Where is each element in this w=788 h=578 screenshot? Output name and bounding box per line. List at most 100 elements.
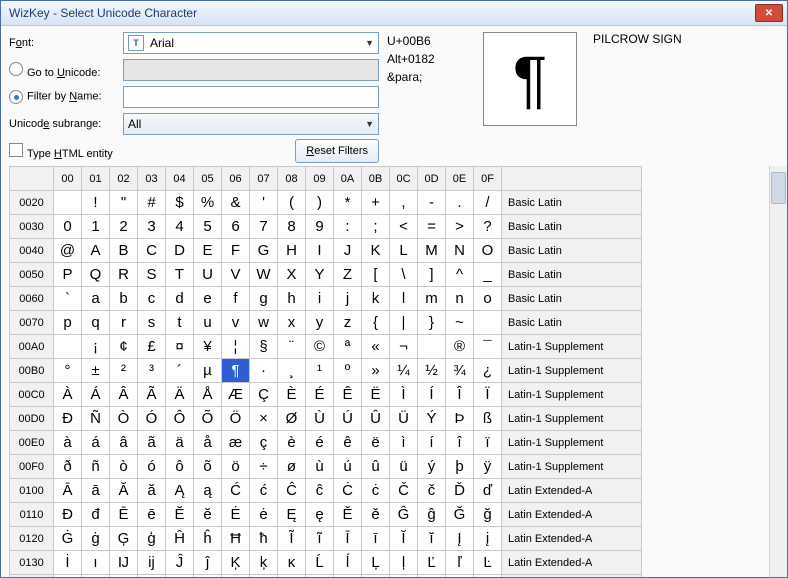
char-cell[interactable]: º — [334, 359, 362, 383]
char-cell[interactable]: Ň — [250, 575, 278, 578]
char-cell[interactable]: ĉ — [306, 479, 334, 503]
char-cell[interactable]: ĺ — [334, 551, 362, 575]
char-cell[interactable]: ą — [194, 479, 222, 503]
char-cell[interactable]: Ł — [82, 575, 110, 578]
char-cell[interactable]: ± — [82, 359, 110, 383]
char-cell[interactable]: > — [446, 215, 474, 239]
char-cell[interactable] — [54, 191, 82, 215]
char-cell[interactable]: ? — [474, 215, 502, 239]
char-cell[interactable]: Ĭ — [390, 527, 418, 551]
char-cell[interactable]: Ì — [390, 383, 418, 407]
char-cell[interactable]: o — [474, 287, 502, 311]
char-cell[interactable]: Z — [334, 263, 362, 287]
char-cell[interactable]: s — [138, 311, 166, 335]
char-cell[interactable]: © — [306, 335, 334, 359]
char-cell[interactable]: " — [110, 191, 138, 215]
char-cell[interactable]: đ — [82, 503, 110, 527]
char-cell[interactable]: Ò — [110, 407, 138, 431]
char-cell[interactable]: Ú — [334, 407, 362, 431]
char-cell[interactable]: ñ — [82, 455, 110, 479]
char-cell[interactable]: Ć — [222, 479, 250, 503]
char-cell[interactable]: Ċ — [334, 479, 362, 503]
char-cell[interactable]: J — [334, 239, 362, 263]
char-cell[interactable]: » — [362, 359, 390, 383]
scrollbar-thumb[interactable] — [771, 172, 786, 204]
char-cell[interactable]: ä — [166, 431, 194, 455]
char-cell[interactable]: ! — [82, 191, 110, 215]
char-cell[interactable]: 7 — [250, 215, 278, 239]
char-cell[interactable]: É — [306, 383, 334, 407]
char-cell[interactable]: Ï — [474, 383, 502, 407]
char-cell[interactable]: 4 — [166, 215, 194, 239]
char-cell[interactable]: Ď — [446, 479, 474, 503]
char-cell[interactable]: Ě — [334, 503, 362, 527]
char-cell[interactable]: W — [250, 263, 278, 287]
char-cell[interactable]: 0 — [54, 215, 82, 239]
char-cell[interactable]: Û — [362, 407, 390, 431]
char-cell[interactable]: ê — [334, 431, 362, 455]
char-cell[interactable]: Ô — [166, 407, 194, 431]
char-cell[interactable]: ċ — [362, 479, 390, 503]
char-cell[interactable]: ( — [278, 191, 306, 215]
char-cell[interactable] — [54, 335, 82, 359]
char-cell[interactable]: Ê — [334, 383, 362, 407]
char-cell[interactable]: ŉ — [306, 575, 334, 578]
char-cell[interactable]: ý — [418, 455, 446, 479]
char-cell[interactable]: % — [194, 191, 222, 215]
char-cell[interactable]: < — [390, 215, 418, 239]
char-cell[interactable]: 9 — [306, 215, 334, 239]
char-cell[interactable]: ŀ — [54, 575, 82, 578]
char-cell[interactable]: \ — [390, 263, 418, 287]
char-cell[interactable]: ĸ — [278, 551, 306, 575]
char-cell[interactable]: · — [250, 359, 278, 383]
char-cell[interactable]: V — [222, 263, 250, 287]
char-cell[interactable]: Ĩ — [278, 527, 306, 551]
char-cell[interactable]: @ — [54, 239, 82, 263]
char-cell[interactable]: $ — [166, 191, 194, 215]
char-cell[interactable]: X — [278, 263, 306, 287]
char-cell[interactable]: b — [110, 287, 138, 311]
char-cell[interactable]: ¯ — [474, 335, 502, 359]
char-cell[interactable]: ô — [166, 455, 194, 479]
char-cell[interactable]: ē — [138, 503, 166, 527]
char-cell[interactable]: 6 — [222, 215, 250, 239]
char-cell[interactable]: Ļ — [362, 551, 390, 575]
char-cell[interactable]: Ŀ — [474, 551, 502, 575]
char-cell[interactable]: L — [390, 239, 418, 263]
char-cell[interactable]: ö — [222, 455, 250, 479]
char-cell[interactable]: į — [474, 527, 502, 551]
char-cell[interactable]: î — [446, 431, 474, 455]
char-cell[interactable]: ¼ — [390, 359, 418, 383]
char-cell[interactable]: × — [250, 407, 278, 431]
char-cell[interactable]: ò — [110, 455, 138, 479]
char-cell[interactable]: Ù — [306, 407, 334, 431]
char-cell[interactable]: H — [278, 239, 306, 263]
char-cell[interactable]: ¢ — [110, 335, 138, 359]
char-cell[interactable]: h — [278, 287, 306, 311]
char-cell[interactable]: e — [194, 287, 222, 311]
char-cell[interactable]: Ü — [390, 407, 418, 431]
char-cell[interactable]: N — [446, 239, 474, 263]
char-cell[interactable]: Į — [446, 527, 474, 551]
char-cell[interactable]: ~ — [446, 311, 474, 335]
filter-by-name-radio[interactable]: Filter by Name: — [9, 90, 119, 104]
char-cell[interactable]: é — [306, 431, 334, 455]
char-cell[interactable]: S — [138, 263, 166, 287]
char-cell[interactable]: Î — [446, 383, 474, 407]
char-cell[interactable]: Ă — [110, 479, 138, 503]
char-cell[interactable]: ã — [138, 431, 166, 455]
char-cell[interactable]: ń — [166, 575, 194, 578]
char-cell[interactable]: ó — [138, 455, 166, 479]
char-cell[interactable]: ŏ — [474, 575, 502, 578]
char-cell[interactable]: B — [110, 239, 138, 263]
char-cell[interactable]: Æ — [222, 383, 250, 407]
char-cell[interactable]: ć — [250, 479, 278, 503]
char-cell[interactable]: q — [82, 311, 110, 335]
char-cell[interactable]: ę — [306, 503, 334, 527]
char-cell[interactable]: ņ — [222, 575, 250, 578]
char-cell[interactable]: à — [54, 431, 82, 455]
char-cell[interactable]: A — [82, 239, 110, 263]
char-cell[interactable]: ă — [138, 479, 166, 503]
char-cell[interactable]: | — [390, 311, 418, 335]
char-cell[interactable]: ° — [54, 359, 82, 383]
